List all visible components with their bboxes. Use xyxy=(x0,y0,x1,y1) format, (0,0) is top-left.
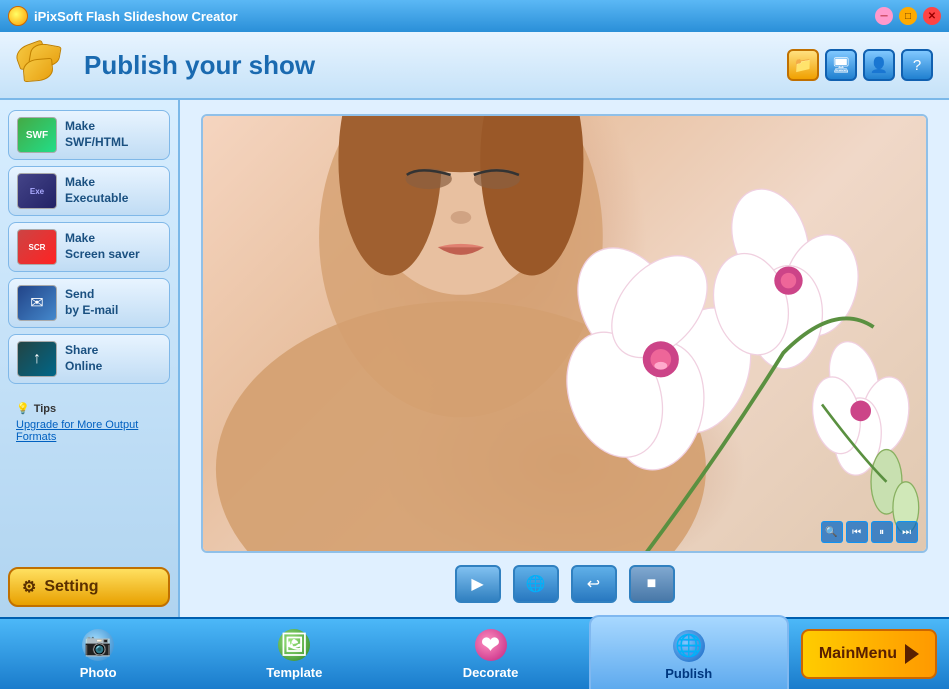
main-menu-arrow-icon xyxy=(905,644,919,664)
preview-image: 🔍 ⏮ ⏸ ⏭ xyxy=(203,116,925,551)
rewind-button[interactable]: ⏮ xyxy=(846,521,868,543)
header-tools: 📁 🖥 👤 ? xyxy=(787,49,933,81)
preview-svg xyxy=(203,116,925,551)
app-title: iPixSoft Flash Slideshow Creator xyxy=(34,9,869,24)
tab-publish-label: Publish xyxy=(665,666,712,681)
help-button[interactable]: ? xyxy=(901,49,933,81)
content-area: 🔍 ⏮ ⏸ ⏭ ▶ 🌐 ↩ ■ xyxy=(180,100,949,617)
tab-photo-label: Photo xyxy=(80,665,117,680)
play-button[interactable]: ▶ xyxy=(455,565,501,603)
photo-icon: 📷 xyxy=(82,629,114,661)
loop-button[interactable]: ↩ xyxy=(571,565,617,603)
tab-decorate-label: Decorate xyxy=(463,665,519,680)
swf-icon: SWF xyxy=(17,117,57,153)
make-screensaver-button[interactable]: SCR MakeScreen saver xyxy=(8,222,170,272)
tab-publish[interactable]: 🌐 Publish xyxy=(589,615,789,689)
zoom-button[interactable]: 🔍 xyxy=(821,521,843,543)
logo-icon xyxy=(16,39,72,91)
upgrade-link[interactable]: Upgrade for More Output Formats xyxy=(16,419,138,443)
make-swf-label: MakeSWF/HTML xyxy=(65,119,128,150)
tips-icon: 💡 xyxy=(16,402,30,415)
main-area: SWF MakeSWF/HTML Exe MakeExecutable SCR … xyxy=(0,100,949,617)
template-icon: 🖼 xyxy=(278,629,310,661)
share-online-label: ShareOnline xyxy=(65,343,102,374)
publish-icon: 🌐 xyxy=(673,630,705,662)
title-bar: iPixSoft Flash Slideshow Creator ─ □ ✕ xyxy=(0,0,949,32)
web-preview-button[interactable]: 🌐 xyxy=(513,565,559,603)
email-icon: ✉ xyxy=(17,285,57,321)
setting-button[interactable]: ⚙ Setting xyxy=(8,567,170,607)
open-folder-button[interactable]: 📁 xyxy=(787,49,819,81)
page-title: Publish your show xyxy=(84,50,315,81)
restore-button[interactable]: □ xyxy=(899,7,917,25)
header: Publish your show 📁 🖥 👤 ? xyxy=(0,32,949,100)
app-icon xyxy=(8,6,28,26)
upload-icon: ↑ xyxy=(17,341,57,377)
tab-photo[interactable]: 📷 Photo xyxy=(0,619,196,689)
make-executable-button[interactable]: Exe MakeExecutable xyxy=(8,166,170,216)
stop-button[interactable]: ■ xyxy=(629,565,675,603)
bottom-nav: 📷 Photo 🖼 Template ❤ Decorate 🌐 Publish … xyxy=(0,617,949,689)
send-email-button[interactable]: ✉ Sendby E-mail xyxy=(8,278,170,328)
decorate-icon: ❤ xyxy=(475,629,507,661)
screen-icon: SCR xyxy=(17,229,57,265)
pause-button[interactable]: ⏸ xyxy=(871,521,893,543)
fast-forward-button[interactable]: ⏭ xyxy=(896,521,918,543)
tips-section: 💡 Tips Upgrade for More Output Formats xyxy=(8,396,170,449)
main-menu-label: MainMenu xyxy=(819,645,897,663)
sidebar: SWF MakeSWF/HTML Exe MakeExecutable SCR … xyxy=(0,100,180,617)
main-menu-button[interactable]: MainMenu xyxy=(801,629,937,679)
exe-icon: Exe xyxy=(17,173,57,209)
make-swf-button[interactable]: SWF MakeSWF/HTML xyxy=(8,110,170,160)
make-executable-label: MakeExecutable xyxy=(65,175,128,206)
tips-title: 💡 Tips xyxy=(16,402,162,415)
preview-frame: 🔍 ⏮ ⏸ ⏭ xyxy=(201,114,927,553)
user-button[interactable]: 👤 xyxy=(863,49,895,81)
setting-gear-icon: ⚙ xyxy=(22,577,36,597)
tab-template[interactable]: 🖼 Template xyxy=(196,619,392,689)
tab-decorate[interactable]: ❤ Decorate xyxy=(392,619,588,689)
monitor-button[interactable]: 🖥 xyxy=(825,49,857,81)
minimize-button[interactable]: ─ xyxy=(875,7,893,25)
close-button[interactable]: ✕ xyxy=(923,7,941,25)
playback-controls: ▶ 🌐 ↩ ■ xyxy=(455,565,675,603)
setting-label: Setting xyxy=(44,578,98,596)
preview-overlay-controls: 🔍 ⏮ ⏸ ⏭ xyxy=(821,521,918,543)
send-email-label: Sendby E-mail xyxy=(65,287,118,318)
make-screensaver-label: MakeScreen saver xyxy=(65,231,140,262)
share-online-button[interactable]: ↑ ShareOnline xyxy=(8,334,170,384)
tab-template-label: Template xyxy=(266,665,322,680)
